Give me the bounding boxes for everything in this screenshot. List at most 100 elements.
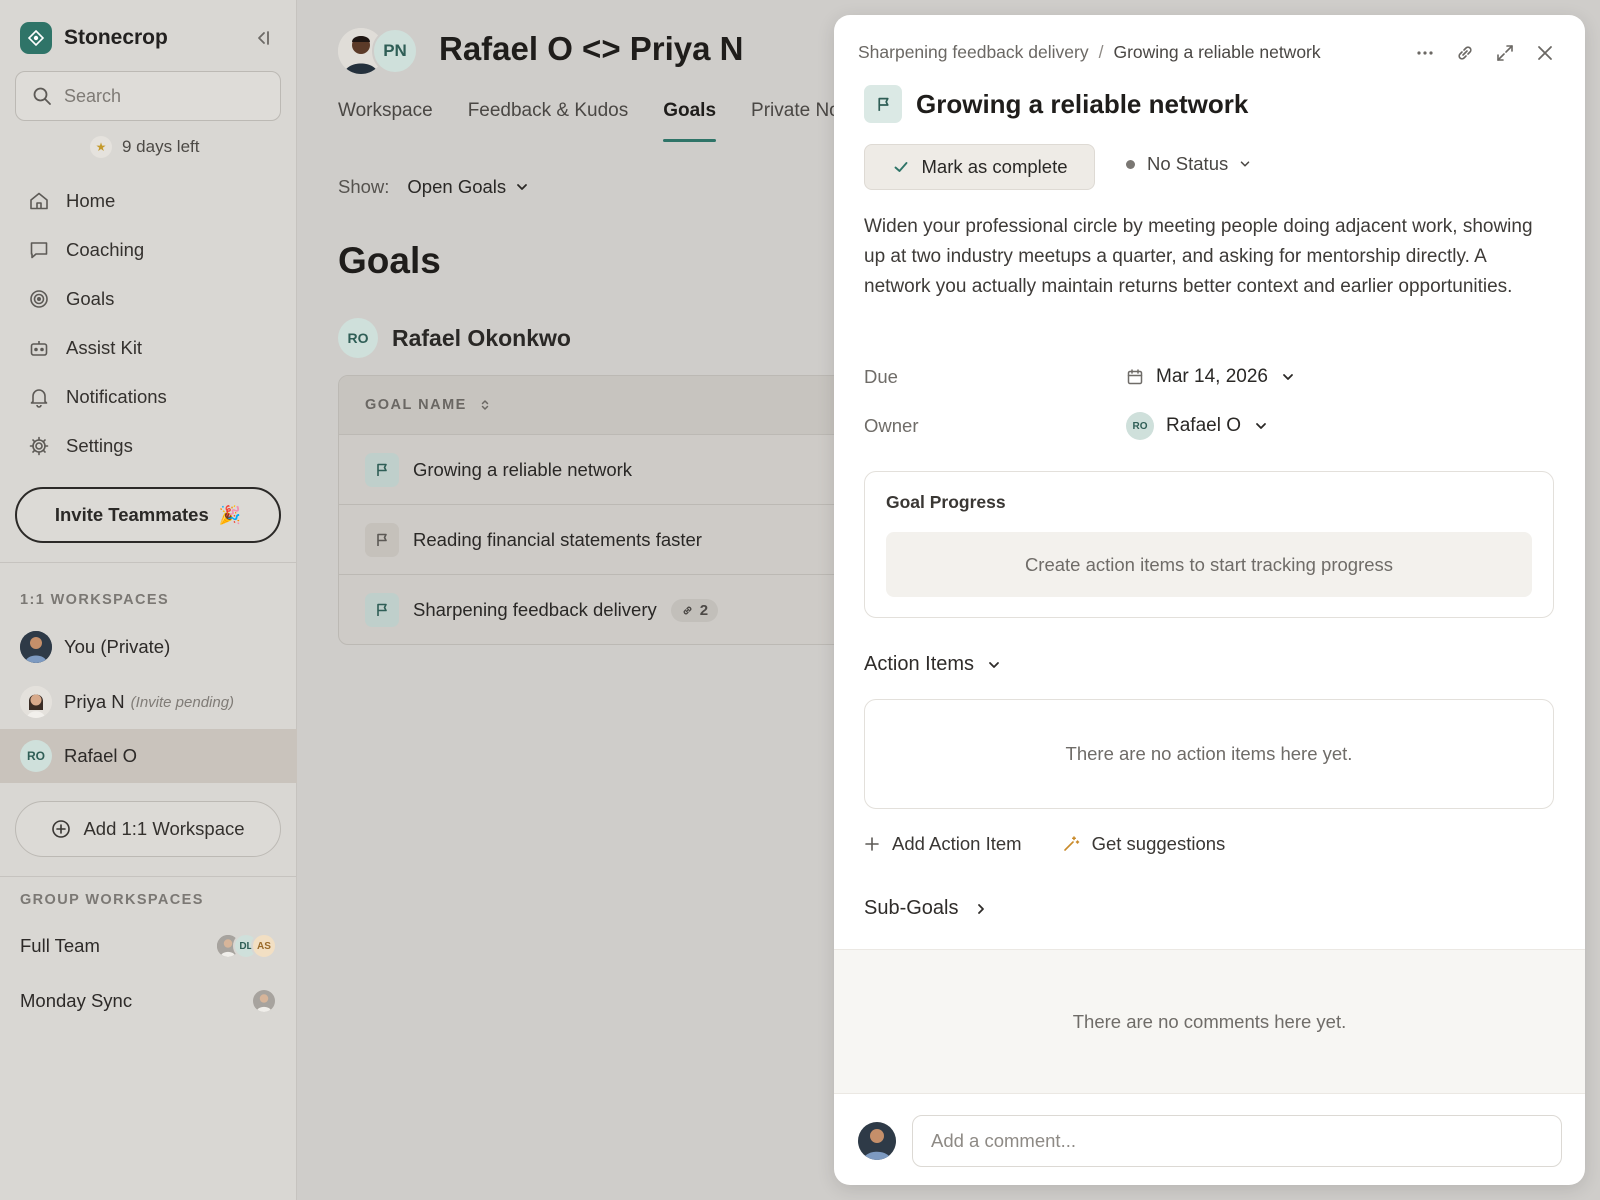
group-item-monday-sync[interactable]: Monday Sync [0, 976, 297, 1026]
nav-item-coaching[interactable]: Coaching [0, 225, 297, 274]
link-icon [683, 606, 692, 614]
goal-name: Reading financial statements faster [413, 528, 702, 550]
chevron-down-icon [1256, 423, 1266, 429]
nav-item-settings[interactable]: Settings [0, 421, 297, 470]
nav-item-label: Goals [66, 287, 115, 309]
nav-item-notifications[interactable]: Notifications [0, 372, 297, 421]
workspace-item-priya-n[interactable]: Priya N (Invite pending) [0, 675, 297, 729]
robot-icon [28, 337, 50, 359]
due-date-picker[interactable]: Mar 14, 2026 [1126, 366, 1296, 388]
page-title: Rafael O <> Priya N [439, 30, 744, 67]
nav-item-assist-kit[interactable]: Assist Kit [0, 323, 297, 372]
tab-private-notes[interactable]: Private No [751, 96, 840, 142]
due-value: Mar 14, 2026 [1156, 366, 1268, 387]
party-icon: 🎉 [218, 504, 242, 525]
goal-title[interactable]: Growing a reliable network [916, 89, 1248, 120]
goal-owner-group: RO Rafael Okonkwo [338, 318, 571, 358]
due-label: Due [864, 366, 898, 387]
get-suggestions-button[interactable]: Get suggestions [1062, 833, 1226, 855]
workspace-item-rafael-o[interactable]: RO Rafael O [0, 729, 297, 783]
mark-complete-button[interactable]: Mark as complete [864, 144, 1095, 190]
show-filter-select[interactable]: Open Goals [407, 176, 506, 198]
group-item-full-team[interactable]: Full Team DL AS [0, 921, 297, 971]
sub-goals-label: Sub-Goals [864, 897, 959, 919]
participant-avatars: PN [338, 28, 420, 74]
table-row[interactable]: Growing a reliable network [339, 435, 857, 505]
brand[interactable]: Stonecrop [20, 22, 168, 54]
close-icon[interactable] [1533, 41, 1557, 65]
workspace-label: Rafael O [64, 745, 138, 766]
mark-complete-label: Mark as complete [921, 156, 1068, 177]
tab-workspace[interactable]: Workspace [338, 96, 433, 142]
chat-icon [28, 239, 50, 261]
search-box[interactable] [15, 71, 281, 121]
bell-icon [28, 386, 50, 408]
workspace-item-you-private[interactable]: You (Private) [0, 620, 297, 674]
more-options-icon[interactable] [1413, 41, 1437, 65]
magic-wand-icon [1063, 836, 1079, 851]
one-on-one-section-label: 1:1 WORKSPACES [20, 592, 170, 608]
add-workspace-button[interactable]: Add 1:1 Workspace [15, 801, 281, 857]
avatar: AS [251, 933, 277, 959]
linked-goals-badge[interactable]: 2 [670, 598, 719, 622]
goal-description[interactable]: Widen your professional circle by meetin… [864, 212, 1554, 302]
breadcrumb: Sharpening feedback delivery / Growing a… [858, 42, 1321, 63]
goal-filter: Show: Open Goals [338, 176, 530, 198]
goal-title-row: Growing a reliable network [864, 85, 1248, 123]
avatar [20, 686, 52, 718]
add-action-item-label: Add Action Item [892, 833, 1022, 854]
due-property: Due Mar 14, 2026 [864, 366, 1296, 388]
chevron-down-icon [989, 661, 999, 668]
goal-name: Sharpening feedback delivery [413, 599, 657, 620]
nav-item-home[interactable]: Home [0, 176, 297, 225]
check-icon [894, 162, 907, 172]
tab-feedback-kudos[interactable]: Feedback & Kudos [468, 96, 629, 142]
trial-indicator[interactable]: ★ 9 days left [90, 136, 200, 158]
table-row[interactable]: Sharpening feedback delivery 2 [339, 575, 857, 644]
goal-detail-panel: Sharpening feedback delivery / Growing a… [834, 15, 1585, 1185]
sub-goals-toggle[interactable]: Sub-Goals [864, 897, 989, 920]
member-avatars: DL AS [215, 933, 277, 959]
action-items-toggle[interactable]: Action Items [864, 653, 1002, 676]
add-action-item-button[interactable]: Add Action Item [864, 833, 1022, 855]
action-items-label: Action Items [864, 653, 975, 675]
avatar: PN [372, 28, 418, 74]
avatar [20, 631, 52, 663]
workspace-tabs: Workspace Feedback & Kudos Goals Private… [338, 96, 875, 142]
sort-icon [479, 399, 491, 411]
status-select[interactable]: No Status [1126, 153, 1252, 175]
goals-heading: Goals [338, 240, 441, 281]
nav-item-label: Home [66, 189, 116, 211]
panel-actions [1397, 41, 1557, 65]
expand-icon[interactable] [1493, 41, 1517, 65]
brand-logo-icon [20, 22, 52, 54]
divider [0, 562, 297, 563]
get-suggestions-label: Get suggestions [1091, 833, 1226, 854]
action-items-empty: There are no action items here yet. [864, 699, 1554, 809]
avatar [251, 988, 277, 1014]
copy-link-icon[interactable] [1453, 41, 1477, 65]
flag-icon [365, 593, 399, 627]
breadcrumb-current: Growing a reliable network [1113, 42, 1321, 62]
brand-name: Stonecrop [64, 26, 168, 49]
invite-teammates-button[interactable]: Invite Teammates 🎉 [15, 487, 281, 543]
goal-name: Growing a reliable network [413, 458, 633, 480]
show-label: Show: [338, 176, 390, 197]
star-icon: ★ [90, 136, 112, 158]
nav-item-goals[interactable]: Goals [0, 274, 297, 323]
comment-input[interactable] [912, 1115, 1562, 1167]
breadcrumb-separator: / [1098, 42, 1104, 62]
goal-name-column-header[interactable]: GOAL NAME [339, 376, 857, 435]
linked-count: 2 [699, 601, 709, 619]
breadcrumb-parent[interactable]: Sharpening feedback delivery [858, 42, 1089, 63]
target-icon [28, 288, 50, 310]
table-row[interactable]: Reading financial statements faster [339, 505, 857, 575]
collapse-sidebar-icon[interactable] [250, 26, 274, 50]
chevron-down-icon[interactable] [514, 179, 530, 195]
nav-item-label: Notifications [66, 385, 167, 407]
tab-goals[interactable]: Goals [663, 96, 716, 142]
status-label: No Status [1147, 153, 1229, 174]
add-workspace-label: Add 1:1 Workspace [83, 818, 245, 839]
owner-select[interactable]: RO Rafael O [1126, 412, 1269, 440]
search-input[interactable] [64, 85, 264, 107]
